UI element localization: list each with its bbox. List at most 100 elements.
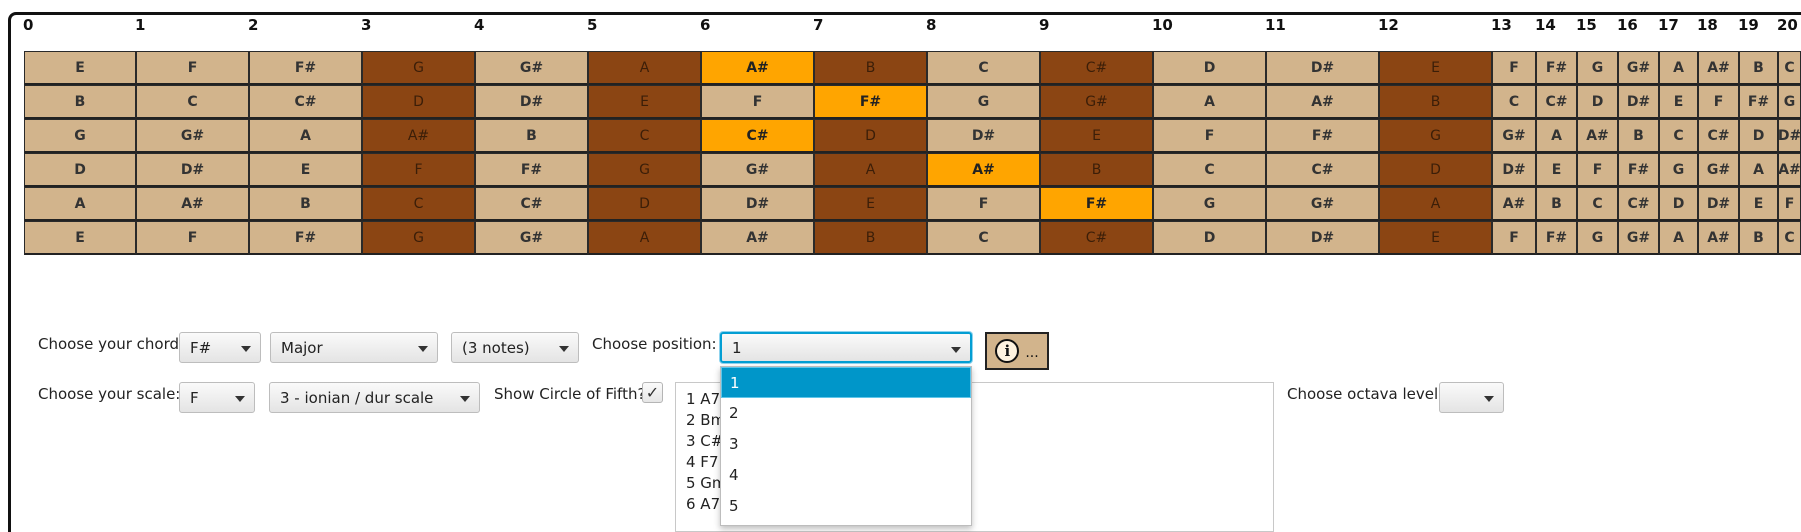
fret-note-cell[interactable]: G (24, 119, 136, 153)
fret-note-cell[interactable]: D# (1618, 85, 1659, 119)
fret-note-cell[interactable]: B (1040, 153, 1153, 187)
fret-note-cell[interactable]: F# (1739, 85, 1778, 119)
fret-note-cell[interactable]: F (1577, 153, 1618, 187)
fret-note-cell[interactable]: A# (1577, 119, 1618, 153)
fret-note-cell[interactable]: D# (1266, 221, 1379, 255)
fret-note-cell[interactable]: G# (701, 153, 814, 187)
fret-note-cell[interactable]: G# (136, 119, 249, 153)
fret-note-cell[interactable]: G (588, 153, 701, 187)
fret-note-cell[interactable]: D (1153, 51, 1266, 85)
fret-note-cell[interactable]: E (1739, 187, 1778, 221)
fret-note-cell[interactable]: G (1577, 51, 1618, 85)
fret-note-cell[interactable]: A (1536, 119, 1577, 153)
fret-note-cell[interactable]: C (588, 119, 701, 153)
fret-note-cell[interactable]: A# (1492, 187, 1536, 221)
position-option[interactable]: 1 (721, 367, 971, 398)
fret-note-cell[interactable]: B (249, 187, 362, 221)
fret-note-cell[interactable]: G# (475, 221, 588, 255)
scale-mode-select[interactable]: 3 - ionian / dur scale (269, 382, 480, 413)
fret-note-cell[interactable]: F (1778, 187, 1801, 221)
fret-note-cell[interactable]: C (1778, 221, 1801, 255)
fret-note-cell[interactable]: A (1153, 85, 1266, 119)
fret-note-cell[interactable]: F# (1618, 153, 1659, 187)
fret-note-cell[interactable]: B (1739, 221, 1778, 255)
fret-note-cell[interactable]: A# (1698, 221, 1739, 255)
fret-note-cell[interactable]: C# (1266, 153, 1379, 187)
fret-note-cell[interactable]: G# (1492, 119, 1536, 153)
fret-note-cell[interactable]: A (1659, 51, 1698, 85)
fret-note-cell[interactable]: A (1379, 187, 1492, 221)
fret-note-cell[interactable]: E (24, 221, 136, 255)
fret-note-cell[interactable]: E (1040, 119, 1153, 153)
fret-note-cell[interactable]: E (1659, 85, 1698, 119)
fret-note-cell[interactable]: G# (1618, 221, 1659, 255)
fret-note-cell[interactable]: D (814, 119, 927, 153)
chord-type-select[interactable]: Major (270, 332, 438, 363)
fret-note-cell[interactable]: B (1379, 85, 1492, 119)
fret-note-cell[interactable]: G (1659, 153, 1698, 187)
fret-note-cell[interactable]: F (1492, 221, 1536, 255)
fret-note-cell[interactable]: G# (1698, 153, 1739, 187)
fret-note-cell[interactable]: F# (475, 153, 588, 187)
fret-note-cell[interactable]: E (588, 85, 701, 119)
fret-note-cell[interactable]: C# (475, 187, 588, 221)
fret-note-cell[interactable]: G (1153, 187, 1266, 221)
fret-note-cell[interactable]: G (1577, 221, 1618, 255)
fret-note-cell[interactable]: D# (927, 119, 1040, 153)
fret-note-cell[interactable]: E (249, 153, 362, 187)
fret-note-cell[interactable]: G# (1040, 85, 1153, 119)
fret-note-cell[interactable]: G# (1618, 51, 1659, 85)
fret-note-cell[interactable]: G (1379, 119, 1492, 153)
fret-note-cell[interactable]: F (1492, 51, 1536, 85)
fret-note-cell[interactable]: C# (1040, 51, 1153, 85)
fret-note-cell[interactable]: G (362, 221, 475, 255)
fret-note-cell[interactable]: A (588, 221, 701, 255)
fret-note-cell[interactable]: F# (1040, 187, 1153, 221)
fret-note-cell[interactable]: B (1739, 51, 1778, 85)
circle-of-fifth-checkbox[interactable]: ✓ (642, 382, 663, 403)
position-option[interactable]: 4 (721, 460, 971, 491)
fret-note-cell[interactable]: F (1698, 85, 1739, 119)
fret-note-cell[interactable]: E (1379, 221, 1492, 255)
fret-note-cell[interactable]: A# (1778, 153, 1801, 187)
chord-root-select[interactable]: F# (179, 332, 261, 363)
fret-note-cell[interactable]: F# (249, 51, 362, 85)
fret-note-cell[interactable]: F (1153, 119, 1266, 153)
fret-note-cell[interactable]: A# (136, 187, 249, 221)
fret-note-cell[interactable]: D (1577, 85, 1618, 119)
fret-note-cell[interactable]: B (1536, 187, 1577, 221)
fret-note-cell[interactable]: F# (1266, 119, 1379, 153)
fret-note-cell[interactable]: C (927, 221, 1040, 255)
fret-note-cell[interactable]: G (1778, 85, 1801, 119)
fret-note-cell[interactable]: D# (475, 85, 588, 119)
fret-note-cell[interactable]: A (24, 187, 136, 221)
fret-note-cell[interactable]: A# (1698, 51, 1739, 85)
position-option[interactable]: 2 (721, 398, 971, 429)
fret-note-cell[interactable]: A (1659, 221, 1698, 255)
fret-note-cell[interactable]: C (1577, 187, 1618, 221)
fret-note-cell[interactable]: A# (701, 51, 814, 85)
fret-note-cell[interactable]: A (588, 51, 701, 85)
fret-note-cell[interactable]: A (1739, 153, 1778, 187)
scale-root-select[interactable]: F (179, 382, 255, 413)
fret-note-cell[interactable]: B (475, 119, 588, 153)
fret-note-cell[interactable]: G (362, 51, 475, 85)
fret-note-cell[interactable]: F (927, 187, 1040, 221)
chord-notes-select[interactable]: (3 notes) (451, 332, 579, 363)
fret-note-cell[interactable]: D# (701, 187, 814, 221)
fret-note-cell[interactable]: G# (1266, 187, 1379, 221)
fret-note-cell[interactable]: C# (249, 85, 362, 119)
fret-note-cell[interactable]: D# (1698, 187, 1739, 221)
fret-note-cell[interactable]: B (24, 85, 136, 119)
fret-note-cell[interactable]: D (362, 85, 475, 119)
fret-note-cell[interactable]: D# (136, 153, 249, 187)
fret-note-cell[interactable]: A# (362, 119, 475, 153)
fret-note-cell[interactable]: F (136, 51, 249, 85)
fret-note-cell[interactable]: C (1778, 51, 1801, 85)
fret-note-cell[interactable]: C (1659, 119, 1698, 153)
info-button[interactable]: i ... (985, 332, 1049, 370)
fret-note-cell[interactable]: F (136, 221, 249, 255)
fret-note-cell[interactable]: B (814, 221, 927, 255)
fret-note-cell[interactable]: A# (1266, 85, 1379, 119)
fret-note-cell[interactable]: F# (814, 85, 927, 119)
